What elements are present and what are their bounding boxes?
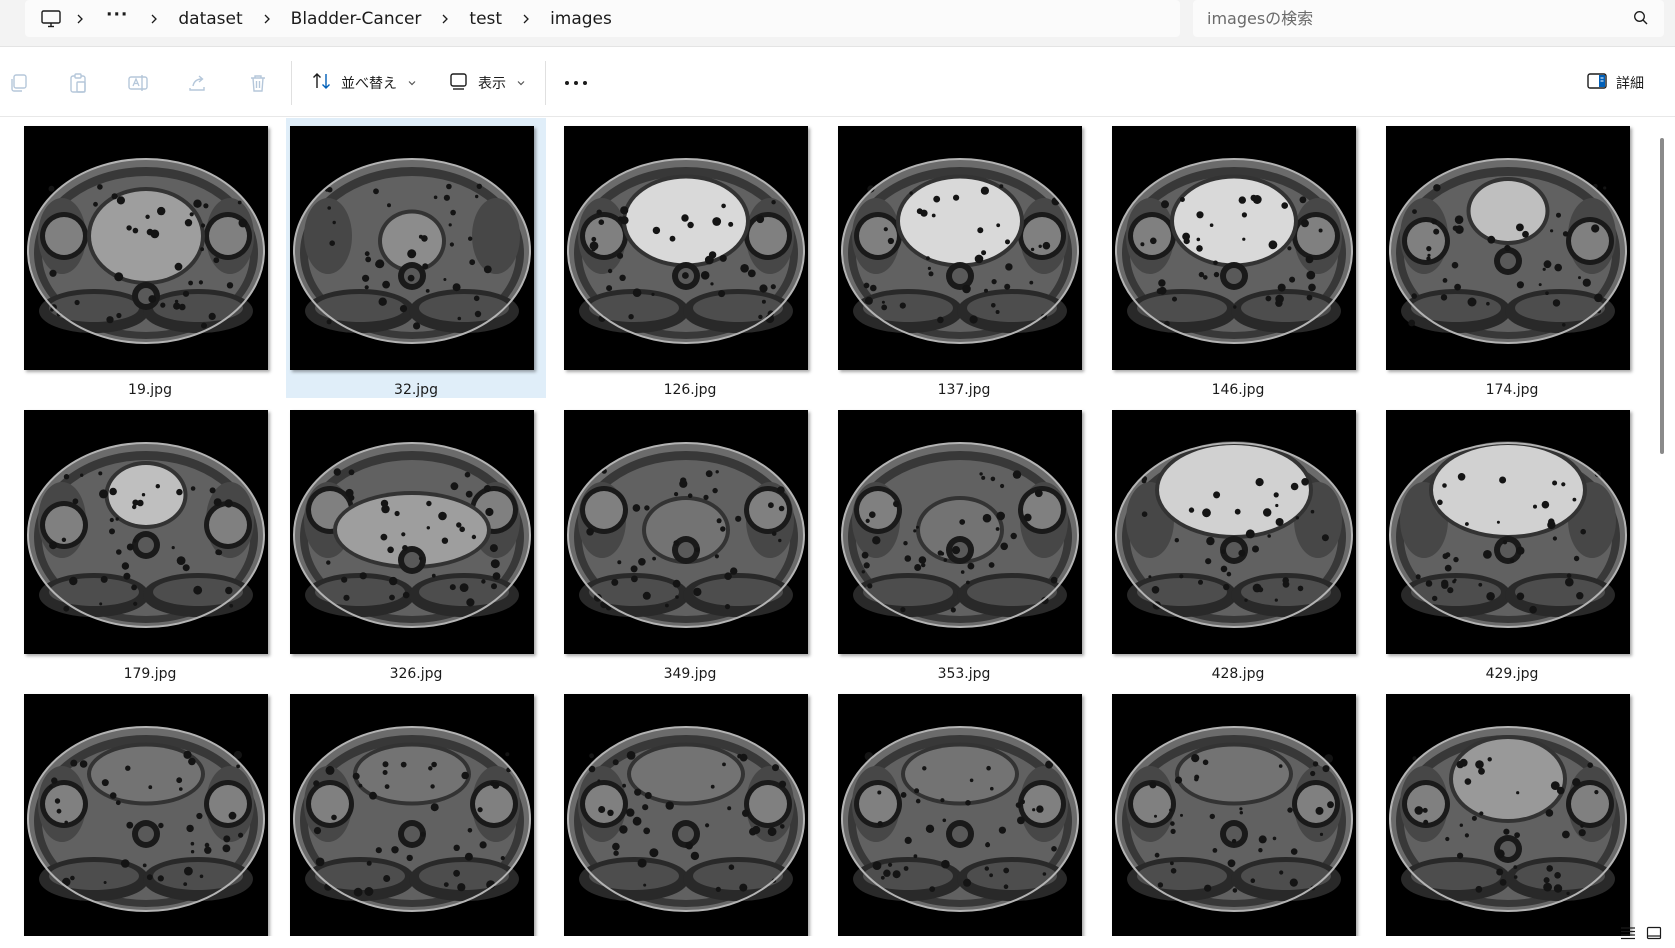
search-box[interactable] xyxy=(1193,0,1664,37)
file-name: 429.jpg xyxy=(1485,666,1539,682)
file-name: 428.jpg xyxy=(1211,666,1265,682)
chevron-down-icon xyxy=(407,75,417,91)
file-item[interactable]: 126.jpg xyxy=(560,118,820,398)
file-thumbnail[interactable] xyxy=(564,126,808,370)
details-label: 詳細 xyxy=(1616,76,1644,92)
sort-icon xyxy=(311,71,333,95)
this-pc-icon[interactable] xyxy=(40,9,62,29)
chevron-right-icon[interactable] xyxy=(62,13,98,25)
file-thumbnail[interactable] xyxy=(1386,410,1630,654)
details-pane-icon xyxy=(1586,72,1608,94)
file-name: 174.jpg xyxy=(1485,382,1539,398)
view-label: 表示 xyxy=(478,76,506,92)
command-bar: 並べ替え 表示 詳細 xyxy=(0,47,1675,117)
view-button[interactable]: 表示 xyxy=(448,67,526,99)
breadcrumb-item-images[interactable]: images xyxy=(544,9,618,29)
file-item[interactable]: 174.jpg xyxy=(1382,118,1642,398)
file-thumbnail[interactable] xyxy=(1112,126,1356,370)
file-thumbnail[interactable] xyxy=(1386,694,1630,936)
breadcrumb[interactable]: ··· dataset Bladder-Cancer test images xyxy=(25,0,1180,37)
file-thumbnail[interactable] xyxy=(838,126,1082,370)
copy-icon[interactable] xyxy=(5,69,33,97)
file-thumbnail[interactable] xyxy=(838,694,1082,936)
chevron-right-icon[interactable] xyxy=(427,13,463,25)
file-thumbnail[interactable] xyxy=(290,410,534,654)
view-icon xyxy=(448,71,470,95)
file-thumbnail[interactable] xyxy=(290,126,534,370)
file-thumbnail[interactable] xyxy=(1112,410,1356,654)
file-name: 32.jpg xyxy=(394,382,438,398)
chevron-right-icon[interactable] xyxy=(136,13,172,25)
file-item[interactable]: 146.jpg xyxy=(1108,118,1368,398)
file-thumbnail[interactable] xyxy=(1386,126,1630,370)
toolbar-divider xyxy=(545,61,546,105)
search-icon[interactable] xyxy=(1633,10,1649,30)
file-thumbnail[interactable] xyxy=(24,694,268,936)
vertical-scrollbar[interactable] xyxy=(1658,132,1667,935)
file-item[interactable]: 349.jpg xyxy=(560,402,820,682)
breadcrumb-item-dataset[interactable]: dataset xyxy=(172,9,248,29)
file-item[interactable] xyxy=(1108,686,1368,936)
file-item[interactable]: 429.jpg xyxy=(1382,402,1642,682)
file-item[interactable]: 326.jpg xyxy=(286,402,546,682)
file-name: 19.jpg xyxy=(128,382,172,398)
scrollbar-thumb[interactable] xyxy=(1660,138,1664,454)
file-item[interactable]: 137.jpg xyxy=(834,118,1094,398)
file-grid: 19.jpg 32.jpg 126.jpg 137.jpg 146.jpg 174.jpg… xyxy=(0,118,1655,936)
breadcrumb-item-test[interactable]: test xyxy=(463,9,508,29)
file-item[interactable] xyxy=(286,686,546,936)
file-item[interactable] xyxy=(834,686,1094,936)
large-icons-view-icon[interactable] xyxy=(1646,925,1662,944)
file-thumbnail[interactable] xyxy=(838,410,1082,654)
file-name: 179.jpg xyxy=(123,666,177,682)
search-input[interactable] xyxy=(1207,6,1607,30)
details-pane-button[interactable]: 詳細 xyxy=(1586,67,1644,99)
details-view-icon[interactable] xyxy=(1620,925,1636,944)
file-item[interactable] xyxy=(20,686,280,936)
file-item[interactable]: 19.jpg xyxy=(20,118,280,398)
file-item[interactable] xyxy=(560,686,820,936)
file-name: 126.jpg xyxy=(663,382,717,398)
rename-icon[interactable] xyxy=(124,69,152,97)
paste-icon[interactable] xyxy=(64,69,92,97)
file-item[interactable]: 179.jpg xyxy=(20,402,280,682)
chevron-right-icon[interactable] xyxy=(508,13,544,25)
more-options-icon[interactable] xyxy=(562,69,590,97)
file-name: 349.jpg xyxy=(663,666,717,682)
file-name: 326.jpg xyxy=(389,666,443,682)
delete-icon[interactable] xyxy=(244,69,272,97)
file-thumbnail[interactable] xyxy=(24,410,268,654)
view-toggle-group xyxy=(1620,925,1662,944)
file-thumbnail[interactable] xyxy=(290,694,534,936)
toolbar-divider xyxy=(291,61,292,105)
chevron-right-icon[interactable] xyxy=(249,13,285,25)
breadcrumb-item-bladder-cancer[interactable]: Bladder-Cancer xyxy=(285,9,428,29)
address-bar: ··· dataset Bladder-Cancer test images xyxy=(0,0,1675,47)
sort-label: 並べ替え xyxy=(341,76,397,92)
sort-button[interactable]: 並べ替え xyxy=(311,67,417,99)
file-name: 353.jpg xyxy=(937,666,991,682)
file-item[interactable]: 428.jpg xyxy=(1108,402,1368,682)
breadcrumb-overflow-button[interactable]: ··· xyxy=(98,5,136,25)
share-icon[interactable] xyxy=(184,69,212,97)
file-thumbnail[interactable] xyxy=(564,410,808,654)
file-thumbnail[interactable] xyxy=(24,126,268,370)
file-item[interactable]: 353.jpg xyxy=(834,402,1094,682)
file-item[interactable]: 32.jpg xyxy=(286,118,546,398)
file-name: 146.jpg xyxy=(1211,382,1265,398)
file-name: 137.jpg xyxy=(937,382,991,398)
file-thumbnail[interactable] xyxy=(1112,694,1356,936)
file-item[interactable] xyxy=(1382,686,1642,936)
file-thumbnail[interactable] xyxy=(564,694,808,936)
chevron-down-icon xyxy=(516,75,526,91)
